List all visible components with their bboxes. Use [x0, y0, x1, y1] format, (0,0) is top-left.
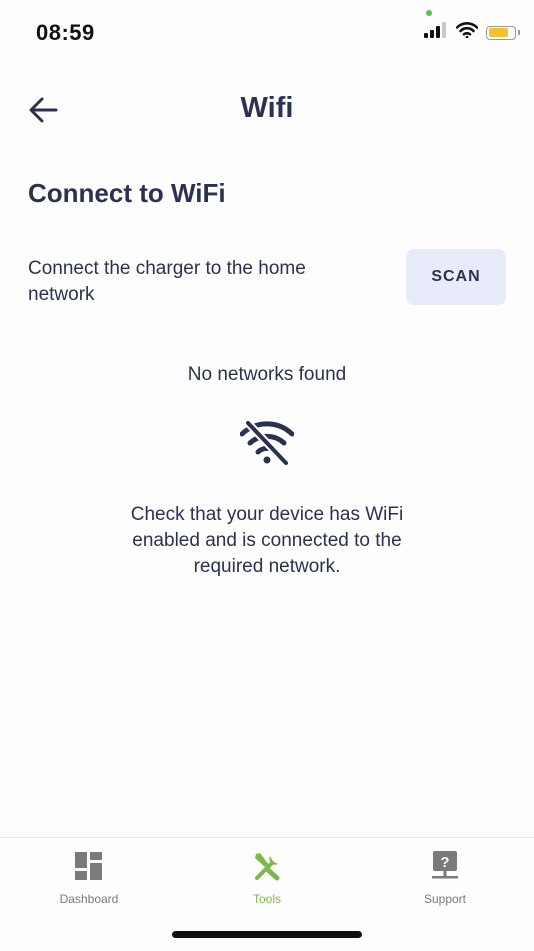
home-indicator — [172, 931, 362, 938]
nav-label-support: Support — [423, 892, 467, 906]
no-networks-message: No networks found — [187, 364, 347, 385]
connect-description: Connect the charger to the home network — [28, 258, 306, 305]
dashboard-icon — [75, 852, 102, 880]
tools-icon — [255, 853, 280, 881]
wifi-signal-icon — [455, 22, 479, 43]
nav-item-support[interactable]: ? Support — [385, 850, 505, 910]
page-title: Wifi — [240, 92, 294, 124]
section-heading: Connect to WiFi — [28, 178, 226, 208]
status-icons — [424, 22, 520, 43]
scan-button[interactable]: SCAN — [406, 249, 506, 305]
svg-text:?: ? — [440, 854, 449, 871]
nav-label-dashboard: Dashboard — [59, 892, 119, 906]
nav-item-dashboard[interactable]: Dashboard — [29, 850, 149, 910]
nav-item-tools[interactable]: Tools — [207, 850, 327, 910]
battery-level — [488, 28, 508, 37]
wifi-off-icon — [239, 419, 295, 467]
header: Wifi — [0, 80, 534, 140]
cellular-signal-icon — [424, 22, 448, 43]
status-bar: 08:59 — [0, 0, 534, 60]
privacy-indicator-dot — [426, 10, 432, 16]
wifi-hint-text: Check that your device has WiFi enabled … — [130, 504, 404, 577]
status-time: 08:59 — [36, 20, 95, 45]
nav-label-tools: Tools — [252, 892, 281, 906]
battery-icon — [486, 25, 520, 40]
support-icon: ? — [432, 851, 458, 879]
